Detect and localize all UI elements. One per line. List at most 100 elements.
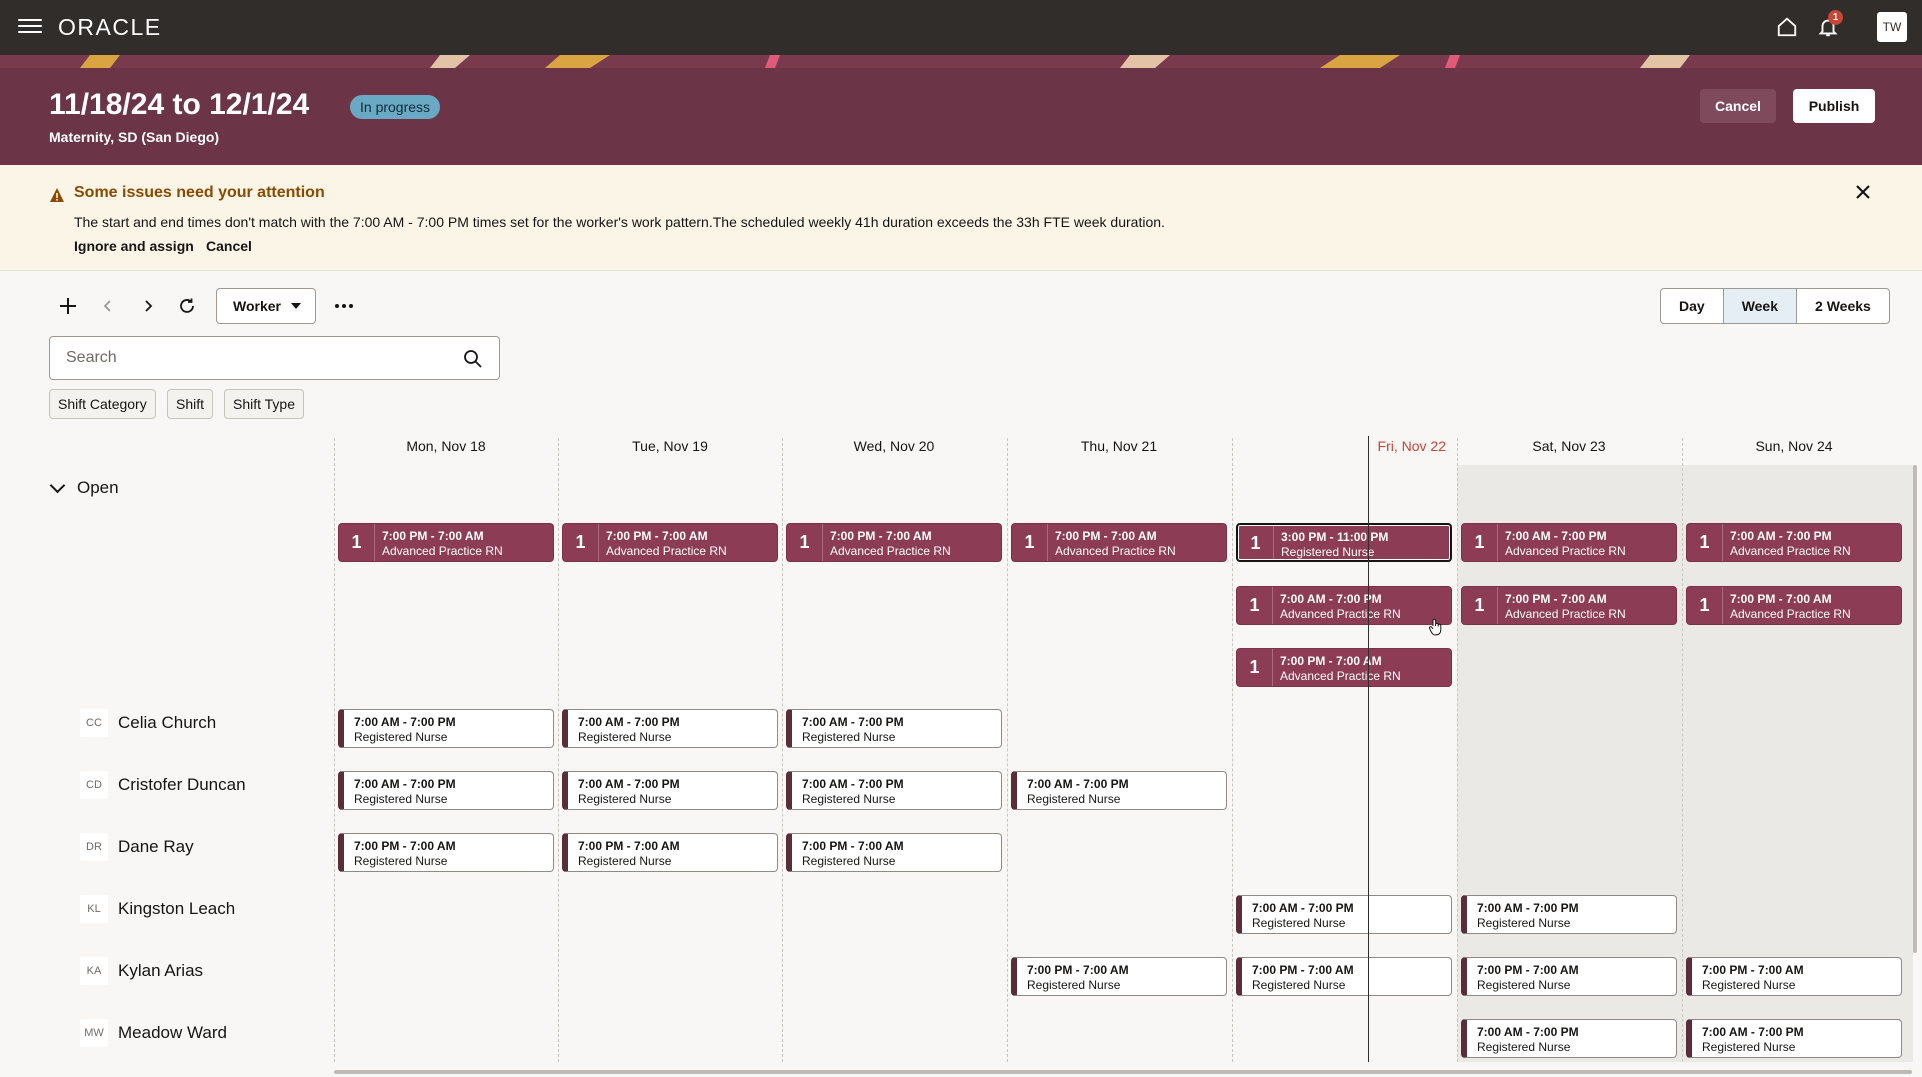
search-input[interactable] xyxy=(66,347,446,369)
view-2-weeks-button[interactable]: 2 Weeks xyxy=(1797,289,1889,323)
assigned-shift-card[interactable]: 7:00 AM - 7:00 PM Registered Nurse xyxy=(338,771,554,810)
decorative-banner xyxy=(0,55,1922,68)
worker-row[interactable]: KL Kingston Leach xyxy=(80,894,235,924)
day-column-divider xyxy=(1682,438,1683,1062)
assigned-shift-card[interactable]: 7:00 PM - 7:00 AM Registered Nurse xyxy=(562,833,778,872)
worker-avatar: KA xyxy=(80,957,108,985)
shift-time: 7:00 AM - 7:00 PM xyxy=(1702,1025,1804,1039)
worker-row[interactable]: CC Celia Church xyxy=(80,708,216,738)
alert-cancel-link[interactable]: Cancel xyxy=(206,238,252,254)
assigned-shift-card[interactable]: 7:00 PM - 7:00 AM Registered Nurse xyxy=(1236,957,1452,996)
shift-role: Registered Nurse xyxy=(354,792,448,806)
filter-shift-type[interactable]: Shift Type xyxy=(224,389,305,419)
close-icon[interactable] xyxy=(1852,181,1874,203)
open-shift-card[interactable]: 1 7:00 PM - 7:00 AM Advanced Practice RN xyxy=(338,523,554,562)
open-shift-card[interactable]: 1 7:00 AM - 7:00 PM Advanced Practice RN xyxy=(1461,523,1677,562)
previous-chevron-icon[interactable] xyxy=(94,292,122,320)
open-shift-count: 1 xyxy=(339,524,375,561)
ignore-and-assign-link[interactable]: Ignore and assign xyxy=(74,238,194,254)
open-shift-card[interactable]: 1 7:00 PM - 7:00 AM Advanced Practice RN xyxy=(786,523,1002,562)
day-column-divider xyxy=(1007,438,1008,1062)
user-avatar[interactable]: TW xyxy=(1877,12,1907,42)
add-icon[interactable] xyxy=(54,292,82,320)
home-icon[interactable] xyxy=(1772,12,1802,42)
open-shift-card[interactable]: 1 7:00 PM - 7:00 AM Advanced Practice RN xyxy=(562,523,778,562)
shift-details: 7:00 PM - 7:00 AM Advanced Practice RN xyxy=(1730,592,1851,622)
shift-details: 7:00 AM - 7:00 PM Registered Nurse xyxy=(1477,901,1579,931)
shift-time: 7:00 PM - 7:00 AM xyxy=(354,839,456,853)
assigned-shift-card[interactable]: 7:00 AM - 7:00 PM Registered Nurse xyxy=(786,771,1002,810)
shift-time: 7:00 AM - 7:00 PM xyxy=(1280,592,1382,606)
view-week-button[interactable]: Week xyxy=(1723,289,1798,323)
assigned-shift-card[interactable]: 7:00 PM - 7:00 AM Registered Nurse xyxy=(1686,957,1902,996)
open-shift-card[interactable]: 1 7:00 PM - 7:00 AM Advanced Practice RN xyxy=(1236,648,1452,687)
shift-time: 7:00 AM - 7:00 PM xyxy=(1477,1025,1579,1039)
shift-role: Registered Nurse xyxy=(802,854,896,868)
shift-time: 7:00 AM - 7:00 PM xyxy=(1505,529,1607,543)
shift-time: 7:00 AM - 7:00 PM xyxy=(1477,901,1579,915)
open-shift-card[interactable]: 1 7:00 AM - 7:00 PM Advanced Practice RN xyxy=(1686,523,1902,562)
assigned-shift-card[interactable]: 7:00 AM - 7:00 PM Registered Nurse xyxy=(338,709,554,748)
assigned-shift-card[interactable]: 7:00 AM - 7:00 PM Registered Nurse xyxy=(786,709,1002,748)
shift-time: 7:00 AM - 7:00 PM xyxy=(1730,529,1832,543)
worker-row[interactable]: MW Meadow Ward xyxy=(80,1018,227,1048)
shift-role: Advanced Practice RN xyxy=(1280,669,1401,683)
filter-shift[interactable]: Shift xyxy=(167,389,214,419)
assigned-shift-card[interactable]: 7:00 AM - 7:00 PM Registered Nurse xyxy=(1236,895,1452,934)
filter-shift-category[interactable]: Shift Category xyxy=(49,389,156,419)
shift-details: 7:00 AM - 7:00 PM Registered Nurse xyxy=(1702,1025,1804,1055)
open-shift-count: 1 xyxy=(1012,524,1048,561)
notifications-bell-icon[interactable]: 1 xyxy=(1813,10,1843,42)
vertical-scrollbar[interactable] xyxy=(1913,465,1917,953)
assigned-shift-card[interactable]: 7:00 PM - 7:00 AM Registered Nurse xyxy=(1011,957,1227,996)
refresh-icon[interactable] xyxy=(173,292,201,320)
worker-row[interactable]: CD Cristofer Duncan xyxy=(80,770,246,800)
assigned-shift-card[interactable]: 7:00 PM - 7:00 AM Registered Nurse xyxy=(338,833,554,872)
view-day-button[interactable]: Day xyxy=(1661,289,1724,323)
shift-role: Registered Nurse xyxy=(578,730,672,744)
current-time-indicator xyxy=(1368,436,1369,1062)
cancel-button[interactable]: Cancel xyxy=(1700,89,1776,123)
assigned-shift-card[interactable]: 7:00 PM - 7:00 AM Registered Nurse xyxy=(786,833,1002,872)
worker-name: Kingston Leach xyxy=(118,899,236,918)
shift-time: 7:00 PM - 7:00 AM xyxy=(606,529,708,543)
assigned-shift-card[interactable]: 7:00 AM - 7:00 PM Registered Nurse xyxy=(1011,771,1227,810)
assigned-shift-card[interactable]: 7:00 AM - 7:00 PM Registered Nurse xyxy=(562,771,778,810)
assigned-shift-card[interactable]: 7:00 AM - 7:00 PM Registered Nurse xyxy=(1461,1019,1677,1058)
menu-icon[interactable] xyxy=(18,15,42,37)
open-shift-card[interactable]: 1 3:00 PM - 11:00 PM Registered Nurse xyxy=(1236,523,1452,562)
worker-avatar: DR xyxy=(80,833,108,861)
search-box xyxy=(49,336,500,380)
assigned-shift-card[interactable]: 7:00 AM - 7:00 PM Registered Nurse xyxy=(1686,1019,1902,1058)
worker-avatar: CC xyxy=(80,709,108,737)
worker-dropdown[interactable]: Worker xyxy=(216,288,316,324)
shift-time: 7:00 PM - 7:00 AM xyxy=(1702,963,1804,977)
worker-name: Meadow Ward xyxy=(118,1023,227,1042)
worker-row[interactable]: DR Dane Ray xyxy=(80,832,194,862)
more-options-icon[interactable] xyxy=(330,292,358,320)
shift-details: 7:00 PM - 7:00 AM Registered Nurse xyxy=(1027,963,1129,993)
worker-name: Cristofer Duncan xyxy=(118,775,246,794)
shift-details: 7:00 AM - 7:00 PM Advanced Practice RN xyxy=(1730,529,1851,559)
open-shift-card[interactable]: 1 7:00 PM - 7:00 AM Advanced Practice RN xyxy=(1011,523,1227,562)
mouse-cursor-icon xyxy=(1429,618,1442,636)
open-shift-card[interactable]: 1 7:00 PM - 7:00 AM Advanced Practice RN xyxy=(1686,586,1902,625)
shift-time: 7:00 PM - 7:00 AM xyxy=(1280,654,1382,668)
horizontal-scrollbar[interactable] xyxy=(334,1070,1912,1074)
open-shift-card[interactable]: 1 7:00 PM - 7:00 AM Advanced Practice RN xyxy=(1461,586,1677,625)
oracle-logo: ORACLE xyxy=(58,14,162,40)
next-chevron-icon[interactable] xyxy=(134,292,162,320)
open-group-toggle[interactable]: Open xyxy=(49,477,119,498)
assigned-shift-card[interactable]: 7:00 AM - 7:00 PM Registered Nurse xyxy=(562,709,778,748)
assigned-shift-card[interactable]: 7:00 AM - 7:00 PM Registered Nurse xyxy=(1461,895,1677,934)
assigned-shift-card[interactable]: 7:00 PM - 7:00 AM Registered Nurse xyxy=(1461,957,1677,996)
open-shift-card[interactable]: 1 7:00 AM - 7:00 PM Advanced Practice RN xyxy=(1236,586,1452,625)
search-icon[interactable] xyxy=(463,349,483,369)
shift-role: Registered Nurse xyxy=(578,792,672,806)
shift-details: 7:00 PM - 7:00 AM Advanced Practice RN xyxy=(830,529,951,559)
worker-row[interactable]: KA Kylan Arias xyxy=(80,956,203,986)
publish-button[interactable]: Publish xyxy=(1793,89,1875,123)
shift-role: Registered Nurse xyxy=(1477,916,1571,930)
shift-details: 7:00 PM - 7:00 AM Advanced Practice RN xyxy=(382,529,503,559)
shift-role: Registered Nurse xyxy=(578,854,672,868)
